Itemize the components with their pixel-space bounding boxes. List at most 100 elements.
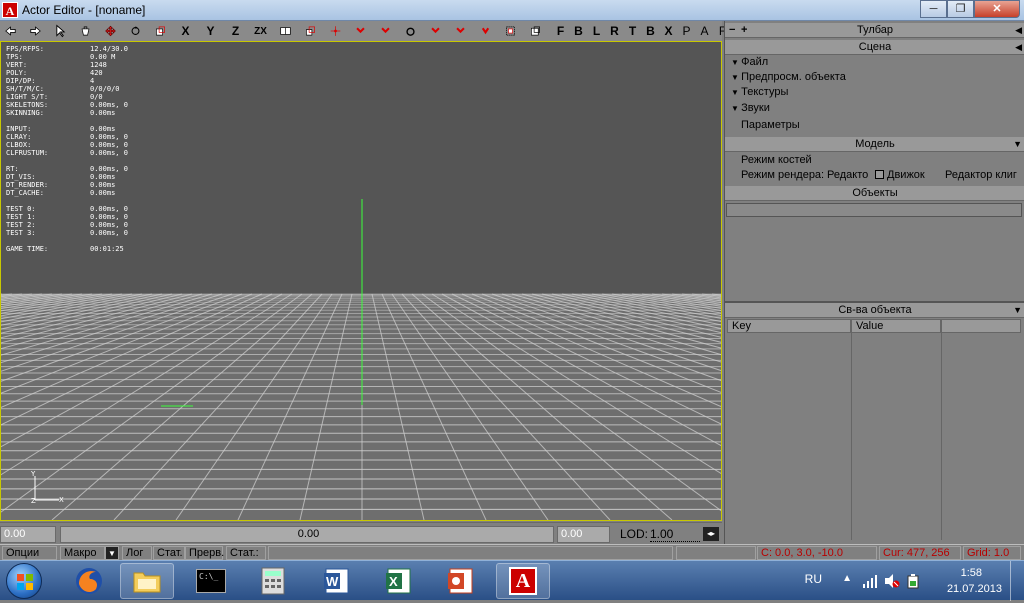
magnet-6-button[interactable] (477, 22, 494, 40)
view-front-button[interactable]: F (552, 22, 569, 40)
view-a-button[interactable]: A (696, 22, 713, 40)
magnet-5-button[interactable] (452, 22, 469, 40)
bone-mode-button[interactable]: Режим костей (741, 154, 812, 166)
move-icon (105, 25, 116, 37)
volume-muted-icon[interactable] (884, 573, 900, 589)
break-button[interactable]: Прерв. (185, 546, 224, 560)
taskbar-cmd[interactable]: C:\_ (184, 563, 238, 599)
stat-label: TEST 0: (6, 205, 36, 213)
key-column-header[interactable]: Key (727, 319, 851, 333)
taskbar: C:\_ W X A RU ▲ 1:58 21.07.2013 (0, 560, 1024, 601)
view-top-button[interactable]: T (624, 22, 641, 40)
right-value-field[interactable]: 0.00 (557, 526, 610, 543)
options-menu[interactable]: Опции (2, 546, 57, 560)
scene-item-file[interactable]: ▼ Файл (731, 56, 768, 68)
value-column-header[interactable]: Value (851, 319, 941, 333)
clip-editor-button[interactable]: Редактор клиг (945, 169, 1024, 181)
view-left-button[interactable]: L (588, 22, 605, 40)
taskbar-calculator[interactable] (246, 563, 300, 599)
collapse-minus-button[interactable]: − (729, 23, 735, 37)
stat-row: TEST 1: 0.00ms, 0 (6, 213, 128, 221)
view-bottom-button[interactable]: B (642, 22, 659, 40)
log-button[interactable]: Лог (122, 546, 152, 560)
lod-spin-button[interactable]: ◂▸ (703, 527, 719, 541)
battery-icon[interactable] (906, 573, 920, 589)
magnet-3-button[interactable] (402, 22, 419, 40)
language-indicator[interactable]: RU (805, 572, 822, 586)
rotate-tool-button[interactable] (127, 22, 144, 40)
excel-icon: X (386, 568, 411, 594)
expand-plus-button[interactable]: + (741, 23, 747, 37)
minimize-button[interactable]: ─ (920, 0, 947, 18)
taskbar-explorer[interactable] (120, 563, 174, 599)
stat-value: 0/0 (90, 93, 103, 101)
view-right-button[interactable]: R (606, 22, 623, 40)
select-tool-button[interactable] (52, 22, 69, 40)
stat-value: 0.00ms, 0 (90, 165, 128, 173)
triangle-left-icon[interactable]: ◀ (1015, 40, 1022, 54)
model-panel-header[interactable]: Модель ▼ (725, 137, 1024, 152)
stat-button[interactable]: Стат. (153, 546, 185, 560)
move-tool-button[interactable] (102, 22, 119, 40)
magnet-4-button[interactable] (427, 22, 444, 40)
clock-date[interactable]: 21.07.2013 (947, 583, 1002, 595)
view-perspective-button[interactable]: P (678, 22, 695, 40)
add-tool-button[interactable] (77, 22, 94, 40)
grid-snap-icon (280, 27, 291, 35)
zoom-selected-button[interactable] (527, 22, 544, 40)
app-icon: A (2, 2, 18, 18)
macro-dropdown[interactable]: ▼ (105, 546, 119, 560)
render-mode-select[interactable]: Редакто (827, 169, 871, 181)
snap-grid-button[interactable] (277, 22, 294, 40)
start-button[interactable] (6, 563, 42, 599)
axis-y-button[interactable]: Y (202, 22, 219, 40)
network-signal-icon[interactable] (862, 574, 878, 588)
undo-button[interactable] (2, 22, 19, 40)
close-button[interactable]: ✕ (974, 0, 1020, 18)
stat-value: 0.00ms, 0 (90, 213, 128, 221)
left-value-field[interactable]: 0.00 (0, 526, 56, 543)
objects-panel-header[interactable]: Объекты (725, 186, 1024, 201)
stat-row: TEST 0: 0.00ms, 0 (6, 205, 128, 213)
show-desktop-button[interactable] (1010, 561, 1024, 601)
3d-viewport[interactable]: FPS/RFPS: 12.4/30.0 TPS: 0.00 M VERT: 1248 POL… (0, 41, 722, 521)
maximize-button[interactable]: ❐ (947, 0, 974, 18)
show-hidden-icons-icon[interactable]: ▲ (842, 573, 852, 584)
view-x-button[interactable]: X (660, 22, 677, 40)
taskbar-powerpoint[interactable] (434, 563, 488, 599)
lod-value[interactable]: 1.00 (650, 527, 700, 542)
redo-button[interactable] (27, 22, 44, 40)
view-back-button[interactable]: B (570, 22, 587, 40)
clock-time[interactable]: 1:58 (961, 567, 982, 579)
taskbar-word[interactable]: W (310, 563, 364, 599)
stat-row (6, 197, 128, 205)
zoom-extents-button[interactable] (502, 22, 519, 40)
magnet-2-button[interactable] (377, 22, 394, 40)
snap-object-button[interactable] (302, 22, 319, 40)
arrow-right-icon (30, 26, 41, 36)
snap-vertex-button[interactable] (327, 22, 344, 40)
taskbar-firefox[interactable] (62, 563, 116, 599)
objects-list[interactable] (726, 203, 1022, 217)
scene-panel-header[interactable]: Сцена ◀ (725, 40, 1024, 55)
magnet-1-button[interactable] (352, 22, 369, 40)
axis-zx-button[interactable]: ZX (252, 22, 269, 40)
axis-z-button[interactable]: Z (227, 22, 244, 40)
timeline-field[interactable]: 0.00 (60, 526, 554, 543)
triangle-left-icon[interactable]: ◀ (1015, 23, 1022, 37)
axis-x-button[interactable]: X (177, 22, 194, 40)
taskbar-actor-editor[interactable]: A (496, 563, 550, 599)
svg-text:W: W (326, 574, 339, 589)
engine-checkbox[interactable] (875, 170, 884, 179)
scene-item-preview[interactable]: ▼ Предпросм. объекта (731, 71, 846, 83)
macro-menu[interactable]: Макро (60, 546, 105, 560)
toolbar-panel-header[interactable]: − + Тулбар ◀ (725, 23, 1024, 38)
triangle-down-icon[interactable]: ▼ (1013, 137, 1022, 151)
triangle-down-icon[interactable]: ▼ (1013, 303, 1022, 317)
scene-item-sounds[interactable]: ▼ Звуки (731, 102, 770, 114)
scene-params-button[interactable]: Параметры (741, 119, 800, 131)
properties-panel-header[interactable]: Св-ва объекта ▼ (725, 303, 1024, 318)
scene-item-textures[interactable]: ▼ Текстуры (731, 86, 788, 98)
taskbar-excel[interactable]: X (372, 563, 426, 599)
scale-tool-button[interactable] (152, 22, 169, 40)
